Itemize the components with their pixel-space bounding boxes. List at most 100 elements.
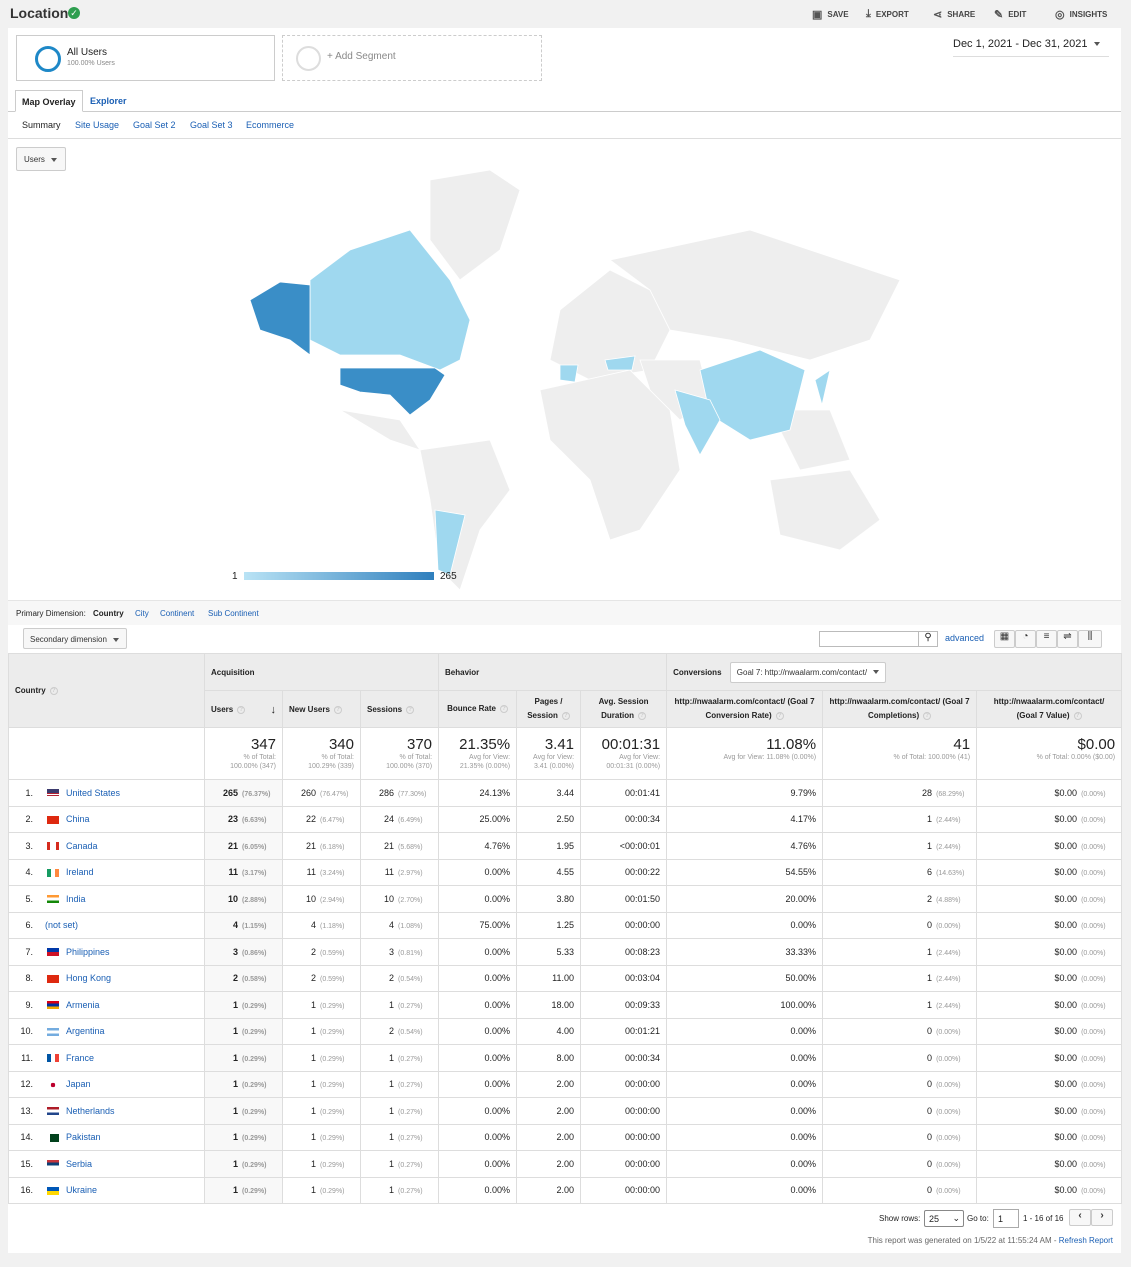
column-header-label: Sessions: [367, 705, 403, 714]
date-range-picker[interactable]: Dec 1, 2021 - Dec 31, 2021: [953, 38, 1109, 57]
performance-view-icon[interactable]: ≡: [1036, 630, 1057, 648]
subtab-goal-set-2[interactable]: Goal Set 2: [133, 120, 176, 130]
dimension-sub-continent[interactable]: Sub Continent: [208, 609, 259, 618]
country-link[interactable]: Serbia: [66, 1159, 92, 1169]
pivot-view-icon[interactable]: ⫼: [1078, 630, 1102, 648]
dimension-country[interactable]: Country: [93, 609, 124, 618]
column-header-sessions[interactable]: Sessions?: [359, 690, 440, 728]
column-header-users[interactable]: Users? ↓: [204, 690, 283, 728]
help-icon[interactable]: ?: [637, 711, 646, 720]
help-icon[interactable]: ?: [406, 705, 415, 714]
save-button[interactable]: ▣ SAVE: [812, 8, 849, 21]
flag-rs-icon: [47, 1160, 59, 1169]
country-link[interactable]: China: [66, 814, 90, 824]
country-link[interactable]: United States: [66, 788, 120, 798]
country-link[interactable]: Canada: [66, 841, 98, 851]
help-icon[interactable]: ?: [333, 705, 342, 714]
country-link[interactable]: Philippines: [66, 947, 110, 957]
country-link[interactable]: (not set): [45, 920, 78, 930]
conversion-rate-value: 0.00%: [790, 1132, 817, 1143]
column-header-pages-per-session[interactable]: Pages / Session?: [516, 690, 582, 728]
pie-view-icon[interactable]: ◔: [1015, 630, 1036, 648]
share-button[interactable]: ⋖ SHARE: [933, 8, 975, 21]
column-header-goal7-completions[interactable]: http://nwaalarm.com/contact/ (Goal 7 Com…: [822, 690, 978, 728]
completions-percent: (0.00%): [936, 1161, 961, 1169]
subtab-site-usage[interactable]: Site Usage: [75, 120, 119, 130]
sessions-percent: (0.27%): [398, 1135, 423, 1143]
conversion-rate-value: 4.76%: [790, 840, 817, 851]
help-icon[interactable]: ?: [1073, 711, 1082, 720]
dimension-continent[interactable]: Continent: [160, 609, 194, 618]
metric-select[interactable]: Users: [16, 147, 66, 171]
help-icon[interactable]: ?: [237, 705, 246, 714]
subtab-ecommerce[interactable]: Ecommerce: [246, 120, 294, 130]
country-link[interactable]: Argentina: [66, 1026, 105, 1036]
rows-per-page-select[interactable]: 25 ⌄: [924, 1210, 964, 1227]
goto-input[interactable]: 1: [993, 1209, 1019, 1228]
world-map[interactable]: [230, 170, 910, 590]
country-link[interactable]: Armenia: [66, 1000, 100, 1010]
new-users-cell: 22 (6.47%): [282, 805, 361, 833]
goal-value-percent: (0.00%): [1081, 949, 1106, 957]
help-icon[interactable]: ?: [561, 711, 570, 720]
next-page-button[interactable]: ›: [1091, 1209, 1113, 1226]
edit-button[interactable]: ✎ EDIT: [994, 8, 1026, 21]
help-icon[interactable]: ?: [499, 704, 508, 713]
country-link[interactable]: Ireland: [66, 867, 94, 877]
completions-percent: (0.00%): [936, 1188, 961, 1196]
help-icon[interactable]: ?: [49, 686, 58, 695]
column-header-bounce-rate[interactable]: Bounce Rate?: [438, 690, 518, 728]
help-icon[interactable]: ?: [923, 711, 932, 720]
country-link[interactable]: France: [66, 1053, 94, 1063]
search-icon[interactable]: ⚲: [918, 632, 937, 646]
sort-desc-icon[interactable]: ↓: [271, 703, 277, 717]
help-icon[interactable]: ?: [775, 711, 784, 720]
completions-cell: 0 (0.00%): [822, 1176, 978, 1204]
subtab-summary[interactable]: Summary: [22, 120, 61, 130]
avg-session-duration-cell: 00:00:34: [580, 1044, 668, 1072]
refresh-report-link[interactable]: Refresh Report: [1059, 1236, 1113, 1245]
goal-select[interactable]: Goal 7: http://nwaalarm.com/contact/: [729, 661, 887, 683]
legend-min: 1: [232, 571, 238, 582]
completions-percent: (0.00%): [936, 1108, 961, 1116]
conversion-rate-value: 0.00%: [790, 1185, 817, 1196]
export-button[interactable]: ⤓ EXPORT: [866, 8, 909, 21]
comparison-view-icon[interactable]: ⇌: [1057, 630, 1078, 648]
subtab-goal-set-3[interactable]: Goal Set 3: [190, 120, 233, 130]
column-header-avg-session-duration[interactable]: Avg. Session Duration?: [580, 690, 668, 728]
total-caption-detail: 21.35% (0.00%): [459, 763, 511, 770]
country-link[interactable]: Japan: [66, 1079, 91, 1089]
pages-per-session-cell: 4.55: [516, 858, 582, 886]
segment-all-users[interactable]: All Users 100.00% Users: [16, 35, 275, 81]
add-segment-button[interactable]: + Add Segment: [282, 35, 542, 81]
table-search-input[interactable]: ⚲: [819, 631, 938, 647]
dimension-city[interactable]: City: [135, 609, 149, 618]
metric-select-label: Users: [24, 155, 45, 164]
prev-page-button[interactable]: ‹: [1069, 1209, 1091, 1226]
bounce-rate-cell: 0.00%: [438, 1123, 518, 1151]
country-link[interactable]: Hong Kong: [66, 973, 111, 983]
goal-value-percent: (0.00%): [1081, 1002, 1106, 1010]
country-link[interactable]: Pakistan: [66, 1132, 101, 1142]
share-label: SHARE: [947, 10, 976, 19]
row-index: 16.: [20, 1185, 33, 1196]
sessions-cell: 3 (0.81%): [359, 938, 440, 966]
sessions-percent: (0.54%): [398, 976, 423, 984]
tab-explorer[interactable]: Explorer: [84, 90, 133, 112]
conversion-rate-cell: 4.17%: [666, 805, 824, 833]
country-header[interactable]: Country?: [8, 653, 205, 728]
bounce-rate-cell: 0.00%: [438, 991, 518, 1019]
column-header-new-users[interactable]: New Users?: [282, 690, 361, 728]
tab-map-overlay[interactable]: Map Overlay: [15, 90, 83, 112]
secondary-dimension-select[interactable]: Secondary dimension: [23, 628, 127, 649]
advanced-filter-link[interactable]: advanced: [945, 633, 984, 643]
country-link[interactable]: Ukraine: [66, 1185, 97, 1195]
sessions-cell: 286 (77.30%): [359, 779, 440, 807]
country-link[interactable]: Netherlands: [66, 1106, 115, 1116]
table-view-icon[interactable]: ▦: [994, 630, 1015, 648]
column-header-goal7-value[interactable]: http://nwaalarm.com/contact/ (Goal 7 Val…: [976, 690, 1123, 728]
column-header-goal7-conversion-rate[interactable]: http://nwaalarm.com/contact/ (Goal 7 Con…: [666, 690, 824, 728]
conversion-rate-cell: 4.76%: [666, 832, 824, 860]
country-link[interactable]: India: [66, 894, 86, 904]
insights-button[interactable]: ◎ INSIGHTS: [1055, 8, 1107, 21]
